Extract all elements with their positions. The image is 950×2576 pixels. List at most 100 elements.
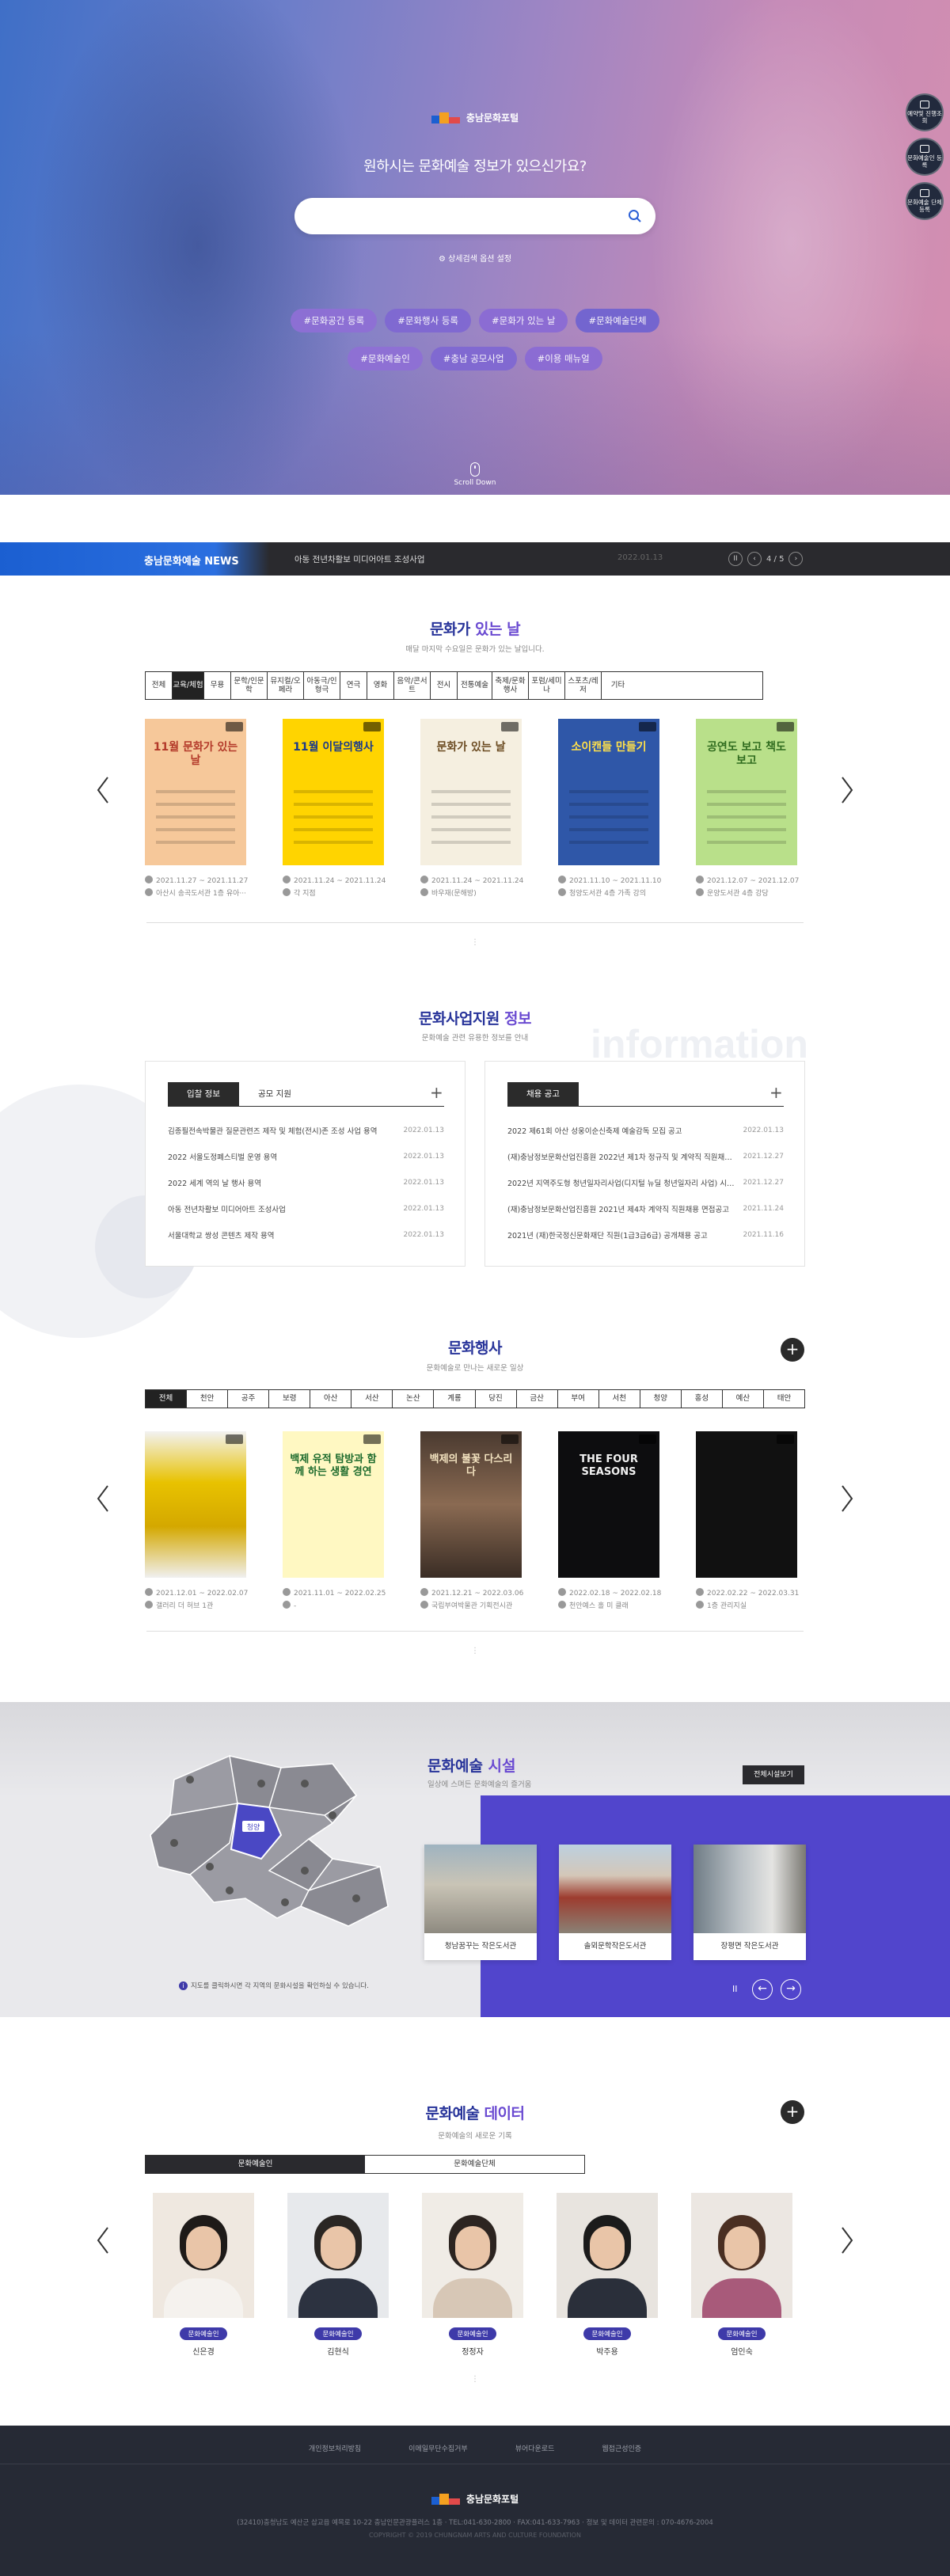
region-tab[interactable]: 공주	[228, 1390, 270, 1408]
chevron-left-icon[interactable]	[95, 1483, 111, 1514]
chungnam-map[interactable]: 청양	[142, 1748, 396, 1930]
category-tab[interactable]: 영화	[367, 672, 394, 699]
region-tab[interactable]: 아산	[310, 1390, 352, 1408]
region-tab[interactable]: 청양	[640, 1390, 682, 1408]
tab-bid-info[interactable]: 입찰 정보	[168, 1082, 239, 1106]
category-tab[interactable]: 축제/문화행사	[492, 672, 529, 699]
footer-link[interactable]: 개인정보처리방침	[309, 2443, 361, 2453]
culture-day-card[interactable]: 공연도 보고 책도 보고 2021.12.07 ~ 2021.12.07 운양도서관…	[696, 719, 799, 900]
artist-card[interactable]: 문화예술인 엄인숙	[691, 2193, 792, 2357]
list-item[interactable]: (재)충남정보문화산업진흥원 2022년 제1차 정규직 및 계약직 직원채용 …	[507, 1143, 784, 1169]
pause-icon[interactable]: II	[728, 552, 743, 566]
arrow-right-icon[interactable]: →	[781, 1979, 801, 2000]
event-card[interactable]: 2022.02.22 ~ 2022.03.31 1층 관리지실	[696, 1431, 799, 1613]
event-card[interactable]: 백제의 불꽃 다스리다 2021.12.21 ~ 2022.03.06 국립부여박물…	[420, 1431, 523, 1613]
list-item[interactable]: 서울대학교 쌍성 콘텐츠 제작 용역 2022.01.13	[168, 1222, 444, 1248]
category-tab[interactable]: 전시	[431, 672, 458, 699]
view-all-facilities-button[interactable]: 전체시설보기	[743, 1765, 804, 1784]
hashtag-button[interactable]: #문화공간 등록	[291, 309, 378, 332]
culture-day-card[interactable]: 11월 문화가 있는 날 2021.11.27 ~ 2021.11.27 아산시 송…	[145, 719, 248, 900]
category-tab[interactable]: 연극	[340, 672, 367, 699]
chevron-left-icon[interactable]	[95, 774, 111, 806]
list-item[interactable]: 2022 서울도정폐스티벌 운영 용역 2022.01.13	[168, 1143, 444, 1169]
chevron-right-icon[interactable]	[839, 1483, 855, 1514]
event-card[interactable]: THE FOUR SEASONS 2022.02.18 ~ 2022.02.18 천…	[558, 1431, 661, 1613]
search-input[interactable]	[314, 207, 614, 225]
category-tab[interactable]: 무용	[204, 672, 231, 699]
list-item[interactable]: 2022 제61회 아산 성웅이순신축제 예술감독 모집 공고 2022.01.1…	[507, 1117, 784, 1143]
category-tab[interactable]: 뮤지컬/오페라	[268, 672, 304, 699]
category-tab[interactable]: 아동극/인형극	[304, 672, 340, 699]
quick-menu-group[interactable]: 문화예술 단체등록	[906, 182, 944, 220]
region-tab[interactable]: 태안	[764, 1390, 804, 1408]
list-item[interactable]: 아동 전년차활보 미디어아트 조성사업 2022.01.13	[168, 1195, 444, 1222]
arrow-left-icon[interactable]: ←	[752, 1979, 773, 2000]
category-tab[interactable]: 문학/인문학	[231, 672, 268, 699]
footer-logo[interactable]: 충남문화포털	[0, 2492, 950, 2506]
hashtag-button[interactable]: #문화행사 등록	[385, 309, 471, 332]
tab-contest-support[interactable]: 공모 지원	[239, 1082, 310, 1106]
category-tab[interactable]: 기타	[602, 672, 634, 699]
region-tab[interactable]: 천안	[187, 1390, 229, 1408]
region-tab[interactable]: 전체	[146, 1390, 188, 1408]
category-tab[interactable]: 전통예술	[458, 672, 492, 699]
list-item[interactable]: 2021년 (재)한국정신문화재단 직원(1급3급6급) 공개채용 공고 2021…	[507, 1222, 784, 1248]
list-item[interactable]: 2022 세계 역의 날 행사 용역 2022.01.13	[168, 1169, 444, 1195]
hero-logo[interactable]: 충남문화포털	[0, 111, 950, 124]
chevron-right-icon[interactable]	[839, 2225, 855, 2256]
news-headline[interactable]: 아동 전년차활보 미디어아트 조성사업	[294, 553, 425, 565]
facility-card[interactable]: 청남꿈꾸는 작은도서관	[424, 1845, 537, 1960]
search-icon[interactable]	[627, 208, 643, 224]
plus-icon[interactable]: +	[430, 1085, 444, 1100]
pause-icon[interactable]: II	[732, 1984, 738, 1994]
advanced-search-link[interactable]: ⚙ 상세검색 옵션 설정	[0, 252, 950, 264]
event-card[interactable]: 2021.12.01 ~ 2022.02.07 갤러리 더 허브 1관	[145, 1431, 248, 1613]
chevron-left-icon[interactable]	[95, 2225, 111, 2256]
list-item[interactable]: 김종필전속박물관 질문관련즈 제작 및 체험(전시)존 조성 사업 용역 2022…	[168, 1117, 444, 1143]
culture-day-card[interactable]: 문화가 있는 날 2021.11.24 ~ 2021.11.24 바우재(문해방)	[420, 719, 523, 900]
category-tab[interactable]: 스포츠/레저	[565, 672, 602, 699]
region-tab[interactable]: 보령	[269, 1390, 311, 1408]
category-tab[interactable]: 교육/체험	[173, 672, 204, 699]
tab-artists[interactable]: 문화예술인	[146, 2156, 365, 2173]
tab-groups[interactable]: 문화예술단체	[365, 2156, 584, 2173]
prev-icon[interactable]: ‹	[747, 552, 762, 566]
category-tab[interactable]: 음악/콘서트	[394, 672, 431, 699]
category-tab[interactable]: 포럼/세미나	[529, 672, 565, 699]
list-item[interactable]: (재)충남정보문화산업진흥원 2021년 제4차 계약직 직원채용 면접공고 20…	[507, 1195, 784, 1222]
plus-icon[interactable]: +	[770, 1085, 784, 1100]
quick-menu-reservation[interactable]: 예약및 진행조회	[906, 93, 944, 131]
facility-card[interactable]: 솔뫼문학작은도서관	[559, 1845, 671, 1960]
chevron-right-icon[interactable]	[839, 774, 855, 806]
next-icon[interactable]: ›	[788, 552, 804, 566]
artist-card[interactable]: 문화예술인 정정자	[422, 2193, 523, 2357]
hashtag-button[interactable]: #충남 공모사업	[430, 347, 517, 370]
culture-day-card[interactable]: 소이캔들 만들기 2021.11.10 ~ 2021.11.10 청양도서관 4층 …	[558, 719, 661, 900]
region-tab[interactable]: 예산	[723, 1390, 764, 1408]
region-tab[interactable]: 금산	[517, 1390, 558, 1408]
hashtag-button[interactable]: #이용 매뉴얼	[524, 347, 602, 370]
region-tab[interactable]: 계룡	[434, 1390, 476, 1408]
footer-link[interactable]: 이메일무단수집거부	[408, 2443, 468, 2453]
artist-card[interactable]: 문화예술인 신은경	[153, 2193, 254, 2357]
region-tab[interactable]: 부여	[558, 1390, 599, 1408]
artist-card[interactable]: 문화예술인 김현식	[287, 2193, 389, 2357]
region-tab[interactable]: 서천	[599, 1390, 640, 1408]
tab-recruit[interactable]: 채용 공고	[507, 1082, 579, 1106]
region-tab[interactable]: 당진	[476, 1390, 517, 1408]
region-tab[interactable]: 서산	[352, 1390, 393, 1408]
culture-day-card[interactable]: 11월 이달의행사 2021.11.24 ~ 2021.11.24 각 지점	[283, 719, 386, 900]
hashtag-button[interactable]: #문화예술단체	[576, 309, 659, 332]
hashtag-button[interactable]: #문화가 있는 날	[479, 309, 568, 332]
data-more-button[interactable]: +	[781, 2100, 804, 2124]
region-tab[interactable]: 논산	[393, 1390, 435, 1408]
footer-link[interactable]: 웹접근성인증	[602, 2443, 641, 2453]
event-card[interactable]: 백제 유적 탐방과 함께 하는 생활 경연 2021.11.01 ~ 2022.0…	[283, 1431, 386, 1613]
facility-card[interactable]: 장평면 작은도서관	[694, 1845, 806, 1960]
category-tab[interactable]: 전체	[146, 672, 173, 699]
quick-menu-artist[interactable]: 문화예술인 등록	[906, 138, 944, 176]
region-tab[interactable]: 홍성	[682, 1390, 723, 1408]
scroll-down-button[interactable]: Scroll Down	[451, 462, 499, 487]
events-more-button[interactable]: +	[781, 1338, 804, 1362]
hashtag-button[interactable]: #문화예술인	[348, 347, 423, 370]
